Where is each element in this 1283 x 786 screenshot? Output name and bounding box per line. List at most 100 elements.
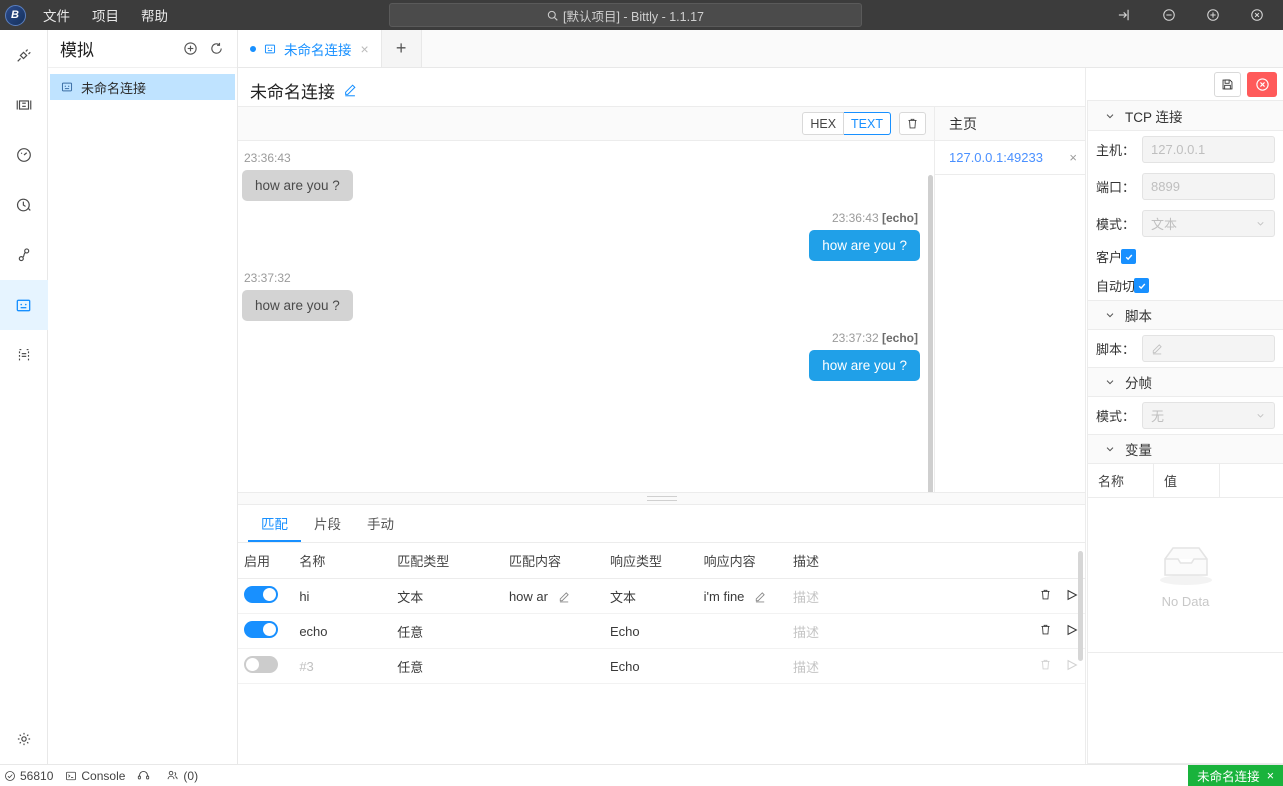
add-simulator-button[interactable] — [177, 36, 203, 62]
rules-scrollbar[interactable] — [1078, 551, 1083, 661]
global-search-bar[interactable]: [默认项目] - Bittly - 1.1.17 — [389, 3, 862, 27]
cell-match-content[interactable] — [502, 648, 605, 684]
clear-messages-button[interactable] — [899, 112, 926, 135]
save-button[interactable] — [1214, 71, 1241, 97]
cell-match-content[interactable] — [502, 613, 605, 649]
horizontal-splitter[interactable] — [238, 492, 1085, 504]
sidebar-item-dashboard[interactable] — [0, 130, 48, 180]
pencil-icon[interactable] — [343, 83, 357, 97]
pin-icon[interactable] — [1103, 0, 1147, 30]
format-hex-button[interactable]: HEX — [802, 112, 845, 135]
message-time: 23:36:43 [echo] — [831, 211, 918, 225]
mode-select[interactable]: 文本 — [1142, 210, 1275, 237]
cell-response-content[interactable] — [697, 648, 788, 684]
cell-match-type[interactable]: 任意 — [391, 613, 503, 649]
play-icon[interactable] — [1065, 623, 1079, 637]
section-variables[interactable]: 变量 — [1088, 434, 1283, 464]
close-icon[interactable]: × — [1267, 769, 1274, 783]
play-icon[interactable] — [1065, 658, 1079, 672]
cell-description[interactable]: 描述 — [787, 578, 990, 614]
tabbar: 未命名连接 × + — [238, 30, 1283, 68]
cell-name[interactable]: #3 — [293, 648, 392, 684]
trash-icon[interactable] — [1039, 658, 1052, 672]
settings-button[interactable] — [0, 714, 48, 764]
simulator-icon — [60, 80, 74, 94]
stop-button[interactable] — [1247, 71, 1277, 97]
cell-enabled — [238, 648, 294, 684]
menu-file[interactable]: 文件 — [34, 1, 79, 29]
status-badge[interactable]: 未命名连接 × — [1188, 764, 1283, 786]
host-input[interactable]: 127.0.0.1 — [1142, 136, 1275, 163]
trash-icon[interactable] — [1039, 623, 1052, 637]
cell-description[interactable]: 描述 — [787, 648, 990, 684]
minimize-icon[interactable] — [1147, 0, 1191, 30]
tab-match[interactable]: 匹配 — [248, 505, 301, 542]
pencil-icon[interactable] — [558, 591, 570, 603]
cell-response-type[interactable]: Echo — [604, 648, 698, 684]
config-toolbar — [1086, 68, 1283, 100]
cell-response-type[interactable]: 文本 — [604, 578, 698, 614]
sidebar-item-template[interactable] — [0, 330, 48, 380]
field-client: 客户端 — [1088, 242, 1283, 271]
people-icon — [166, 769, 179, 782]
cell-description[interactable]: 描述 — [787, 613, 990, 649]
sidebar-item-simulator[interactable] — [0, 280, 48, 330]
port-input[interactable]: 8899 — [1142, 173, 1275, 200]
tab-unnamed-connection[interactable]: 未命名连接 × — [238, 30, 382, 67]
table-row: hi 文本 how ar 文本 i'm fine 描述 — [238, 578, 1085, 614]
tab-close-icon[interactable]: × — [361, 41, 369, 57]
description-placeholder: 描述 — [793, 659, 820, 675]
new-tab-button[interactable]: + — [381, 30, 422, 67]
section-frame[interactable]: 分帧 — [1088, 367, 1283, 397]
close-icon[interactable]: × — [1069, 150, 1077, 165]
status-console[interactable]: Console — [65, 769, 125, 783]
enable-toggle[interactable] — [244, 586, 278, 603]
col-response-type: 响应类型 — [604, 543, 698, 579]
maximize-icon[interactable] — [1191, 0, 1235, 30]
cell-name[interactable]: hi — [293, 578, 392, 614]
list-item[interactable]: 127.0.0.1:49233 × — [935, 141, 1085, 175]
enable-toggle[interactable] — [244, 656, 278, 673]
cell-match-content[interactable]: how ar — [502, 578, 605, 614]
cell-response-type[interactable]: Echo — [604, 613, 698, 649]
sidebar-item-panel[interactable] — [0, 80, 48, 130]
cell-match-type[interactable]: 任意 — [391, 648, 503, 684]
cell-actions — [989, 613, 1085, 649]
list-item[interactable]: 未命名连接 — [50, 74, 235, 100]
client-checkbox[interactable] — [1121, 249, 1137, 264]
refresh-button[interactable] — [203, 36, 229, 62]
message-scrollbar[interactable] — [928, 175, 933, 492]
menu-project[interactable]: 项目 — [83, 1, 128, 29]
script-input[interactable] — [1142, 335, 1275, 362]
chevron-down-icon — [1104, 110, 1116, 122]
status-pid[interactable]: 56810 — [4, 769, 53, 783]
section-tcp-connection[interactable]: TCP 连接 — [1088, 101, 1283, 131]
trash-icon[interactable] — [1039, 588, 1052, 602]
autoswitch-checkbox[interactable] — [1134, 278, 1150, 293]
message-item: 23:37:32 how are you ? — [242, 271, 920, 321]
cell-name[interactable]: echo — [293, 613, 392, 649]
status-support[interactable] — [137, 769, 154, 782]
sidebar-item-timer[interactable] — [0, 180, 48, 230]
message-time: 23:37:32 [echo] — [831, 331, 918, 345]
status-online-users[interactable]: (0) — [166, 769, 198, 783]
sidebar-item-connection[interactable] — [0, 30, 48, 80]
format-text-button[interactable]: TEXT — [844, 112, 891, 135]
tab-fragment[interactable]: 片段 — [301, 505, 354, 542]
col-actions — [989, 543, 1085, 579]
cell-response-content[interactable]: i'm fine — [697, 578, 788, 614]
host-label: 主机： — [1096, 143, 1136, 158]
cell-response-content[interactable] — [697, 613, 788, 649]
menu-help[interactable]: 帮助 — [132, 1, 177, 29]
sidebar-item-flow[interactable] — [0, 230, 48, 280]
menubar: 文件 项目 帮助 — [34, 1, 177, 29]
enable-toggle[interactable] — [244, 621, 278, 638]
tab-manual[interactable]: 手动 — [354, 505, 407, 542]
cell-match-type[interactable]: 文本 — [391, 578, 503, 614]
pencil-icon[interactable] — [754, 591, 766, 603]
play-icon[interactable] — [1065, 588, 1079, 602]
titlebar: B 文件 项目 帮助 [默认项目] - Bittly - 1.1.17 — [0, 0, 1283, 30]
close-icon[interactable] — [1235, 0, 1279, 30]
section-script[interactable]: 脚本 — [1088, 300, 1283, 330]
frame-mode-select[interactable]: 无 — [1142, 402, 1275, 429]
